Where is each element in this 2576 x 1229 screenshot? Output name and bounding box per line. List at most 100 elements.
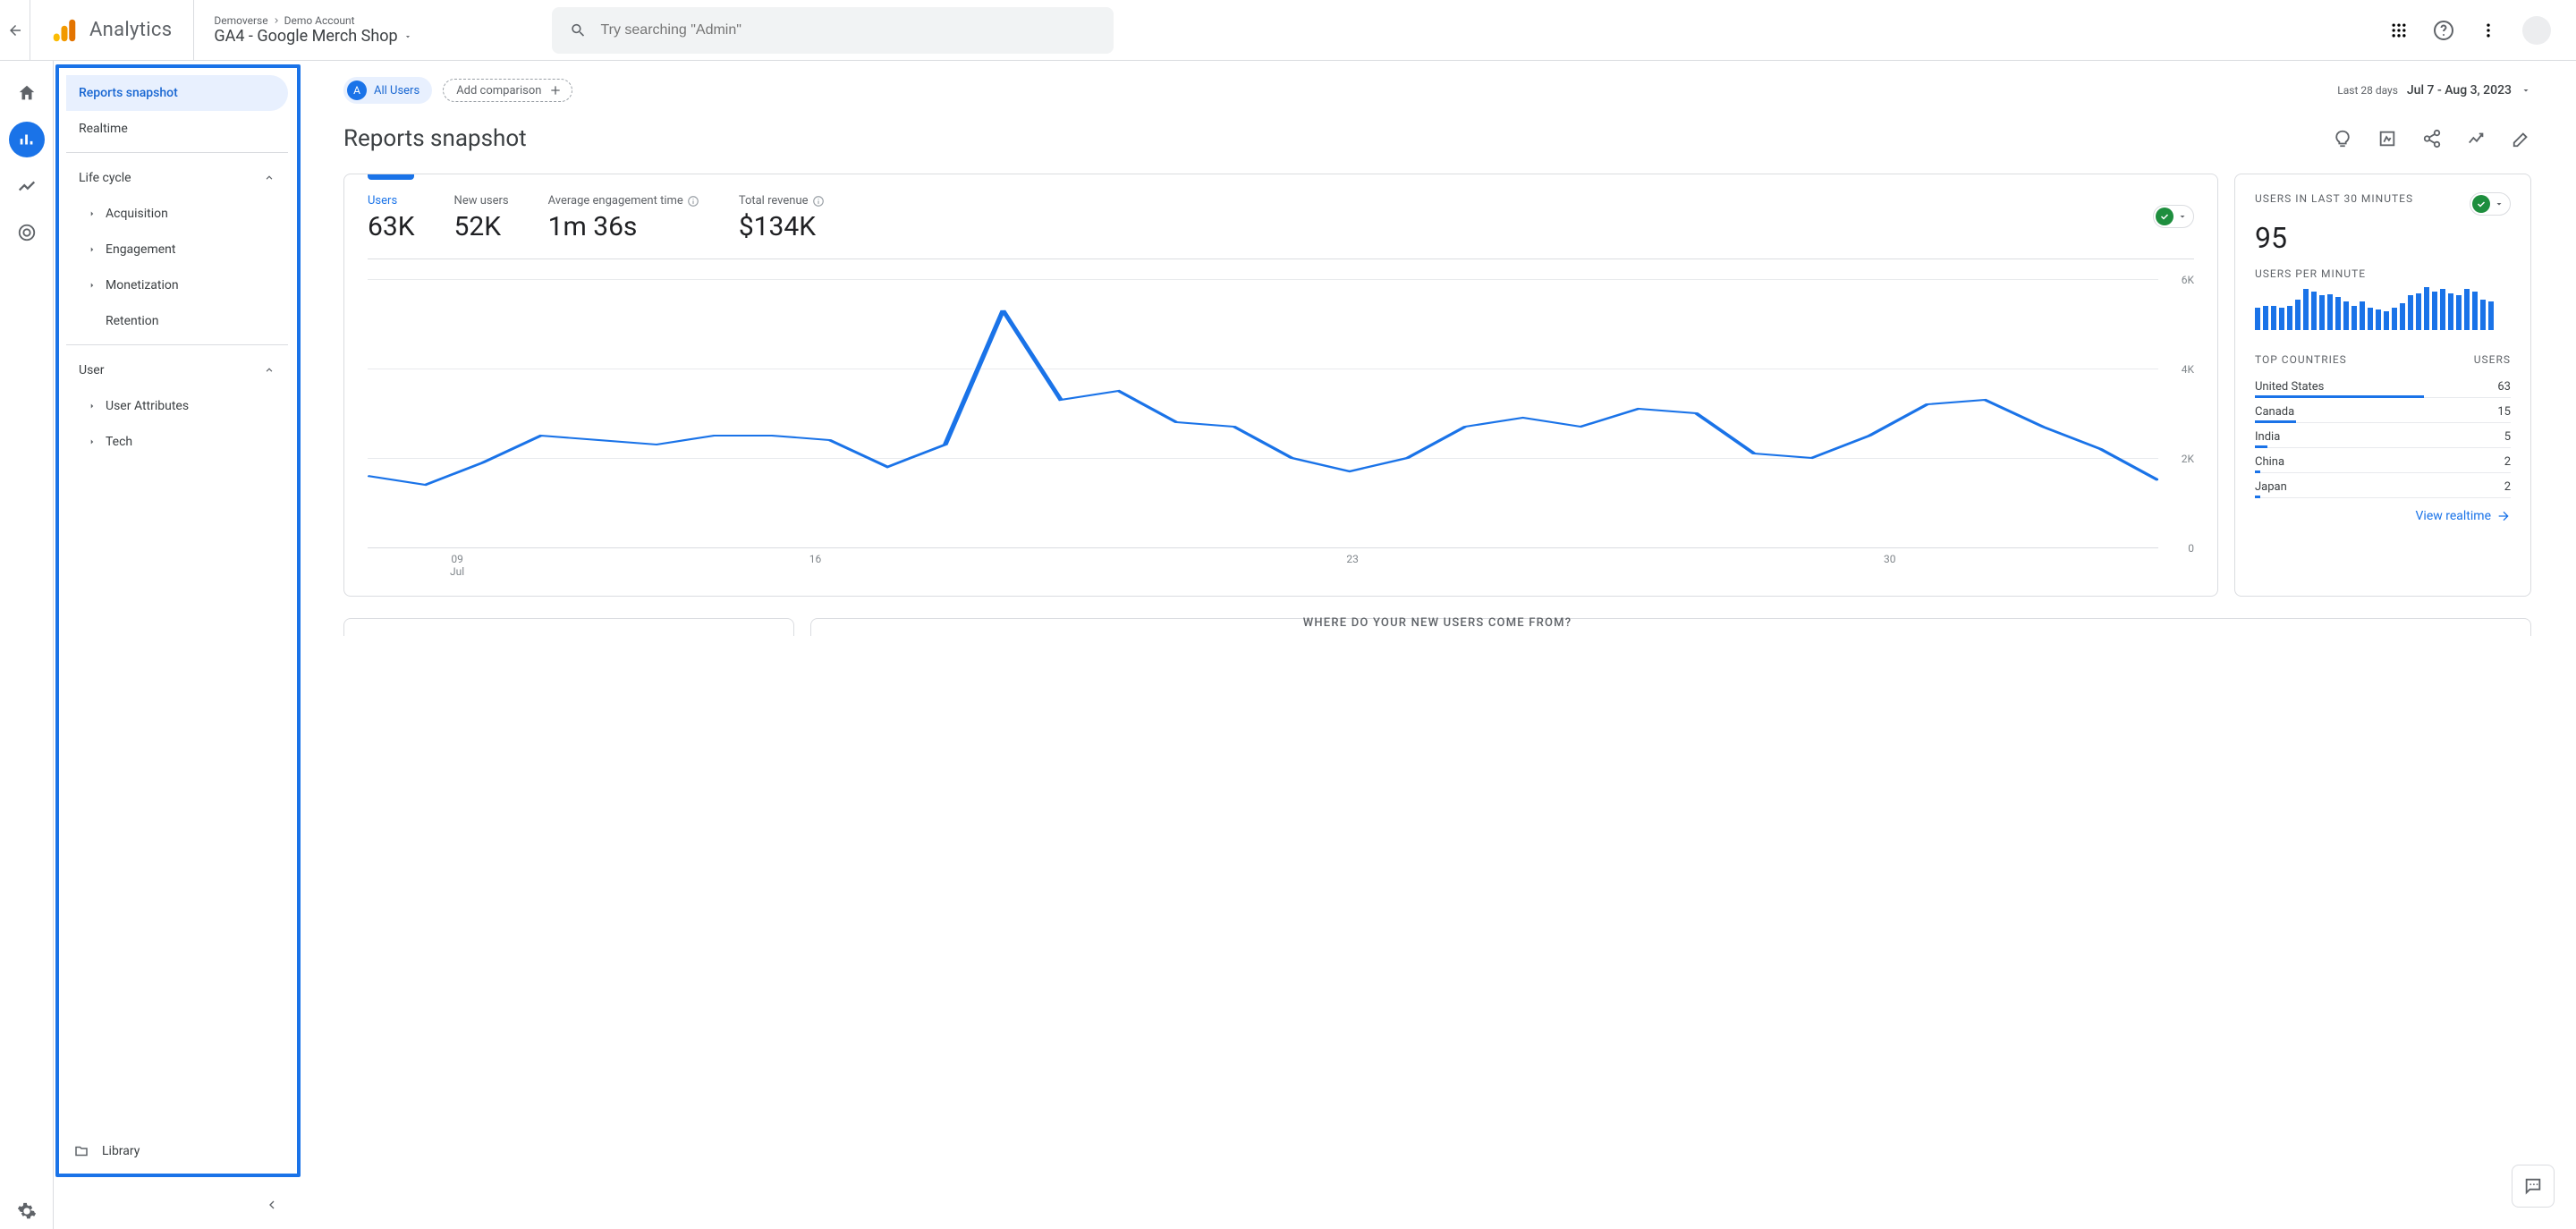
realtime-users: 95 bbox=[2255, 221, 2511, 255]
nav-monetization[interactable]: Monetization bbox=[66, 267, 288, 303]
segment-label: All Users bbox=[374, 84, 419, 97]
rail-explore[interactable] bbox=[9, 168, 45, 204]
info-icon[interactable] bbox=[687, 195, 699, 208]
caret-down-icon bbox=[403, 32, 412, 41]
date-range-value: Jul 7 - Aug 3, 2023 bbox=[2407, 83, 2512, 97]
property-selector[interactable]: Demoverse Demo Account GA4 - Google Merc… bbox=[194, 0, 411, 61]
reports-icon bbox=[17, 130, 37, 149]
analytics-title: Analytics bbox=[89, 19, 172, 41]
data-quality-pill[interactable] bbox=[2153, 205, 2194, 228]
folder-icon bbox=[73, 1143, 89, 1159]
chevron-left-icon bbox=[265, 1198, 279, 1212]
country-row: United States63 bbox=[2255, 373, 2511, 398]
arrow-right-icon bbox=[2496, 509, 2511, 523]
info-icon[interactable] bbox=[812, 195, 825, 208]
nav-library[interactable]: Library bbox=[61, 1129, 288, 1174]
metric-users[interactable]: Users 63K bbox=[368, 174, 415, 259]
check-icon bbox=[2472, 195, 2490, 213]
breadcrumb-account: Demoverse bbox=[214, 14, 267, 27]
caret-right-icon bbox=[88, 402, 97, 411]
rail-home[interactable] bbox=[9, 75, 45, 111]
nav-section-user[interactable]: User bbox=[66, 352, 288, 388]
chevron-up-icon bbox=[263, 172, 275, 184]
country-row: Japan2 bbox=[2255, 473, 2511, 498]
customize-icon[interactable] bbox=[2377, 129, 2397, 148]
date-range-label: Last 28 days bbox=[2337, 84, 2398, 97]
comparison-toolbar: A All Users Add comparison Last 28 days … bbox=[343, 77, 2531, 104]
home-icon bbox=[17, 83, 37, 103]
caret-right-icon bbox=[88, 437, 97, 446]
line-chart-svg bbox=[368, 279, 2158, 547]
users-per-minute-bars bbox=[2255, 287, 2511, 330]
nav-reports-snapshot[interactable]: Reports snapshot bbox=[66, 75, 288, 111]
section-question: WHERE DO YOUR NEW USERS COME FROM? bbox=[343, 616, 2531, 630]
add-comparison-button[interactable]: Add comparison bbox=[443, 79, 572, 102]
back-button[interactable] bbox=[0, 0, 30, 61]
page-title: Reports snapshot bbox=[343, 125, 527, 152]
share-icon[interactable] bbox=[2422, 129, 2442, 148]
realtime-heading: USERS IN LAST 30 MINUTES bbox=[2255, 192, 2413, 216]
nav-tech[interactable]: Tech bbox=[66, 424, 288, 460]
rail-reports[interactable] bbox=[9, 122, 45, 157]
main-content: A All Users Add comparison Last 28 days … bbox=[304, 61, 2576, 1229]
country-row: India5 bbox=[2255, 423, 2511, 448]
caret-down-icon bbox=[2494, 199, 2504, 209]
edit-icon[interactable] bbox=[2512, 129, 2531, 148]
caret-down-icon bbox=[2521, 85, 2531, 96]
date-range-picker[interactable]: Last 28 days Jul 7 - Aug 3, 2023 bbox=[2337, 83, 2531, 97]
nav-user-attributes[interactable]: User Attributes bbox=[66, 388, 288, 424]
overview-card: Users 63K New users 52K Average engageme… bbox=[343, 174, 2218, 597]
feedback-button[interactable] bbox=[2512, 1165, 2555, 1208]
caret-right-icon bbox=[88, 245, 97, 254]
more-icon[interactable] bbox=[2479, 21, 2497, 39]
metric-new-users[interactable]: New users 52K bbox=[454, 174, 509, 259]
help-icon[interactable] bbox=[2433, 20, 2454, 41]
collapse-sidebar[interactable] bbox=[54, 1181, 304, 1229]
chevron-right-icon bbox=[272, 16, 281, 25]
rail-advertising[interactable] bbox=[9, 215, 45, 250]
nav-acquisition[interactable]: Acquisition bbox=[66, 196, 288, 232]
metrics-tabs: Users 63K New users 52K Average engageme… bbox=[368, 174, 2194, 259]
users-chart: 6K 4K 2K 0 bbox=[368, 279, 2194, 547]
realtime-card: USERS IN LAST 30 MINUTES 95 USERS PER MI… bbox=[2234, 174, 2531, 597]
search-box[interactable] bbox=[552, 7, 1114, 54]
segment-letter: A bbox=[347, 81, 367, 100]
data-quality-pill[interactable] bbox=[2470, 192, 2511, 216]
avatar[interactable] bbox=[2522, 16, 2551, 45]
logo-area[interactable]: Analytics bbox=[30, 0, 194, 61]
analytics-logo-icon bbox=[52, 17, 77, 44]
app-header: Analytics Demoverse Demo Account GA4 - G… bbox=[0, 0, 2576, 61]
trend-icon[interactable] bbox=[2467, 129, 2487, 148]
reports-sidebar: Reports snapshot Realtime Life cycle Acq… bbox=[55, 64, 301, 1177]
view-realtime-link[interactable]: View realtime bbox=[2416, 509, 2511, 523]
segment-all-users[interactable]: A All Users bbox=[343, 77, 432, 104]
country-row: Canada15 bbox=[2255, 398, 2511, 423]
nav-realtime[interactable]: Realtime bbox=[66, 111, 288, 147]
search-input[interactable] bbox=[600, 22, 1095, 38]
country-row: China2 bbox=[2255, 448, 2511, 473]
breadcrumb: Demoverse Demo Account bbox=[214, 14, 411, 27]
nav-retention[interactable]: Retention bbox=[66, 303, 288, 339]
nav-engagement[interactable]: Engagement bbox=[66, 232, 288, 267]
chat-icon bbox=[2523, 1176, 2543, 1196]
caret-down-icon bbox=[2177, 211, 2188, 222]
users-col-label: USERS bbox=[2474, 353, 2511, 366]
metric-revenue[interactable]: Total revenue $134K bbox=[739, 174, 825, 259]
top-countries-label: TOP COUNTRIES bbox=[2255, 353, 2347, 366]
arrow-left-icon bbox=[7, 22, 23, 38]
nav-section-lifecycle[interactable]: Life cycle bbox=[66, 160, 288, 196]
apps-icon[interactable] bbox=[2390, 21, 2408, 39]
nav-rail bbox=[0, 61, 54, 1229]
caret-right-icon bbox=[88, 209, 97, 218]
plus-icon bbox=[548, 83, 563, 97]
insights-icon[interactable] bbox=[2333, 129, 2352, 148]
chart-xlabels: 09 Jul 16 23 30 bbox=[368, 547, 2194, 578]
users-per-minute-label: USERS PER MINUTE bbox=[2255, 267, 2511, 280]
rail-admin[interactable] bbox=[9, 1193, 45, 1229]
metric-engagement-time[interactable]: Average engagement time 1m 36s bbox=[548, 174, 699, 259]
countries-list: United States63Canada15India5China2Japan… bbox=[2255, 373, 2511, 498]
breadcrumb-property: Demo Account bbox=[284, 14, 355, 27]
chevron-up-icon bbox=[263, 364, 275, 377]
explore-icon bbox=[17, 176, 37, 196]
property-name: GA4 - Google Merch Shop bbox=[214, 27, 411, 46]
